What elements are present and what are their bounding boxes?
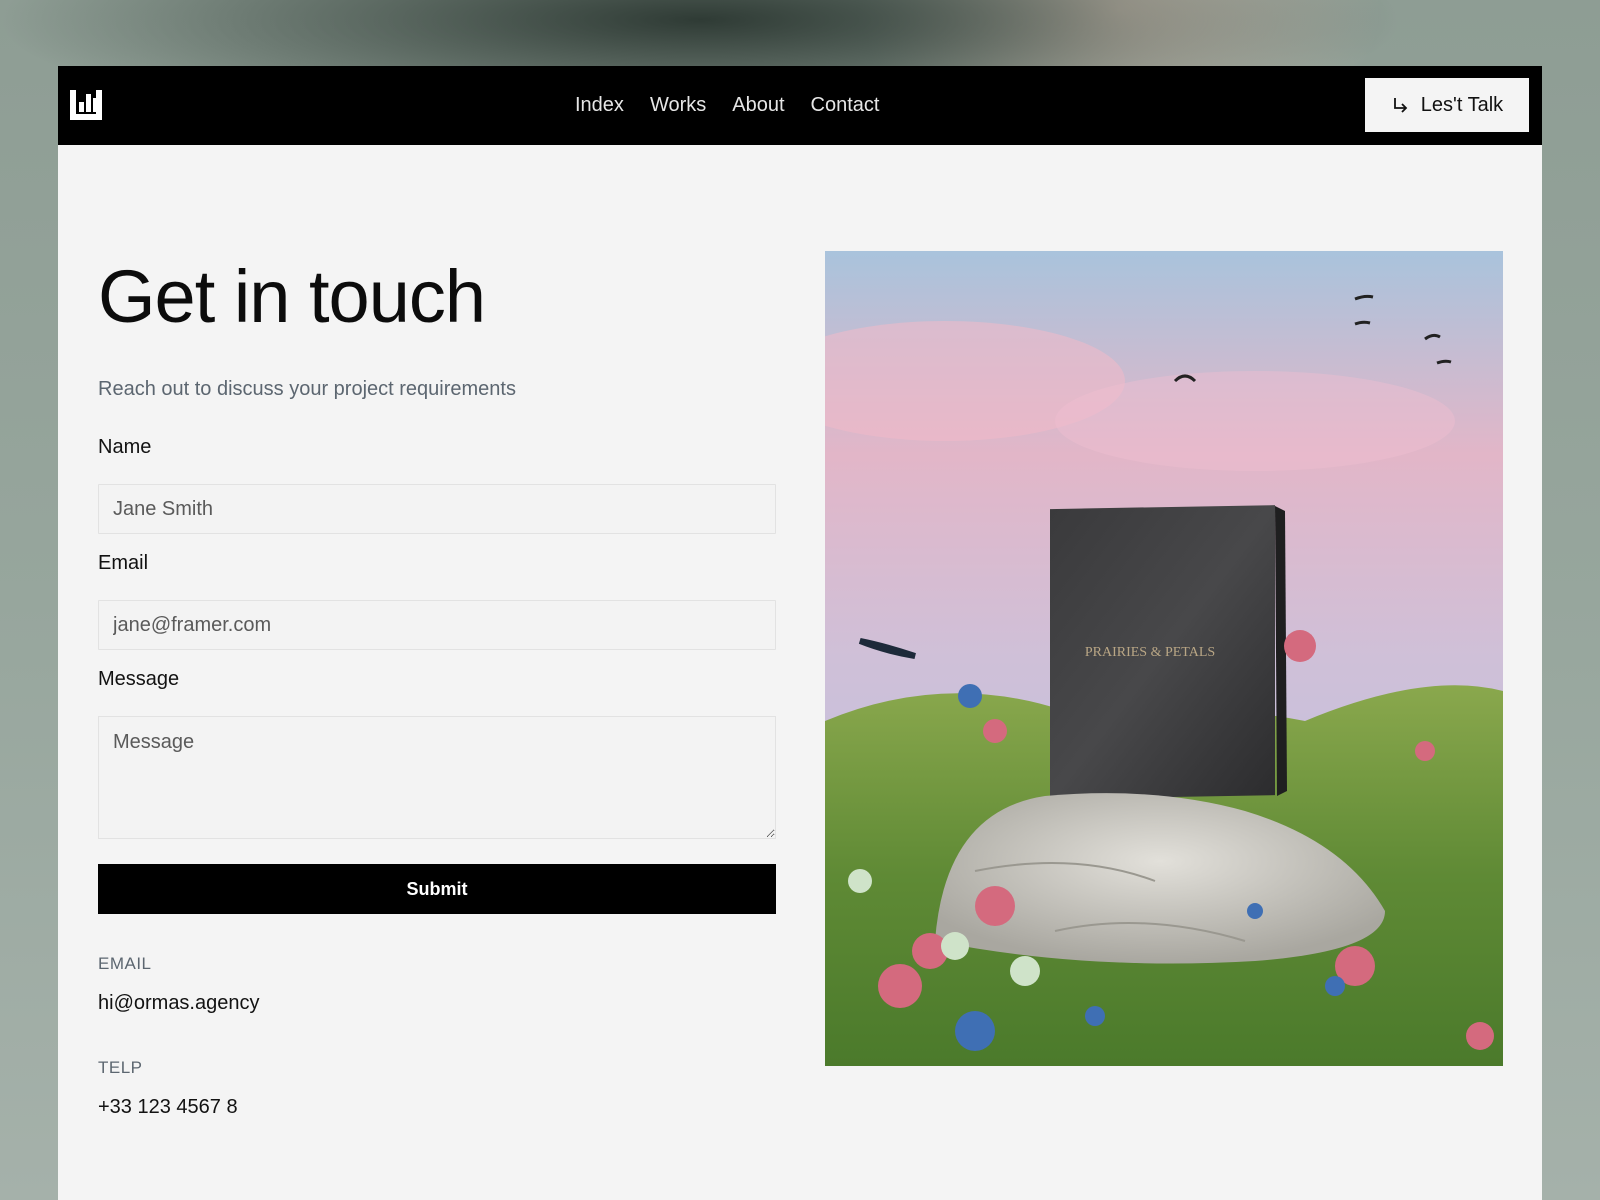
page-title: Get in touch	[98, 255, 486, 338]
nav-link-index[interactable]: Index	[575, 94, 624, 117]
name-label: Name	[98, 436, 152, 458]
lets-talk-label: Les't Talk	[1420, 93, 1504, 116]
submit-button[interactable]: Submit	[98, 864, 776, 914]
main-nav: Index Works About Contact	[575, 66, 879, 145]
email-info-label: EMAIL	[98, 954, 152, 973]
arrow-down-right-icon	[1391, 96, 1409, 114]
bar-chart-logo-icon[interactable]	[70, 90, 102, 120]
phone-info-value[interactable]: +33 123 4567 8	[98, 1096, 238, 1119]
nav-link-about[interactable]: About	[732, 94, 784, 117]
hero-image: PRAIRIES & PETALS	[825, 251, 1503, 1066]
lets-talk-button[interactable]: Les't Talk	[1365, 78, 1529, 132]
name-input[interactable]	[98, 484, 776, 534]
message-textarea[interactable]	[98, 716, 776, 839]
page-subtitle: Reach out to discuss your project requir…	[98, 378, 516, 400]
email-label: Email	[98, 552, 149, 574]
phone-info-label: TELP	[98, 1058, 143, 1077]
email-info-value[interactable]: hi@ormas.agency	[98, 992, 259, 1015]
top-navbar: Index Works About Contact Les't Talk	[58, 66, 1542, 145]
email-input[interactable]	[98, 600, 776, 650]
hero-box-text: PRAIRIES & PETALS	[1085, 645, 1215, 660]
nav-link-works[interactable]: Works	[650, 94, 706, 117]
message-label: Message	[98, 668, 180, 690]
page-frame: Index Works About Contact Les't Talk Get…	[58, 66, 1542, 1200]
nav-link-contact[interactable]: Contact	[811, 94, 880, 117]
